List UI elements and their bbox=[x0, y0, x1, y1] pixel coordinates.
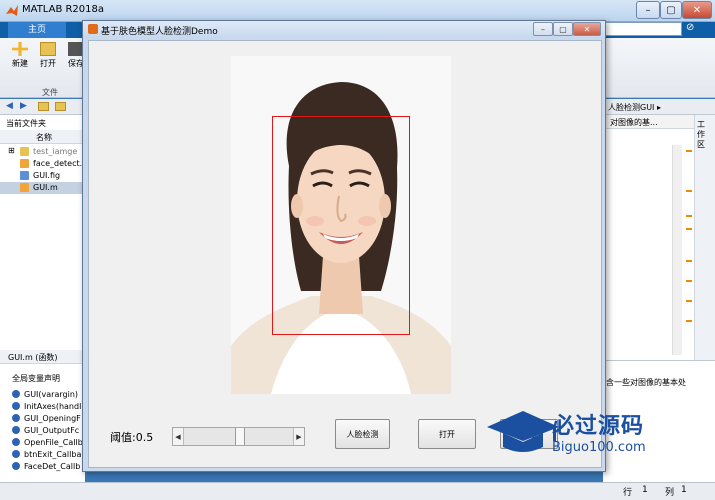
function-item[interactable]: InitAxes(handl bbox=[12, 402, 81, 411]
file-name: test_iamge bbox=[33, 147, 78, 156]
function-icon bbox=[12, 414, 20, 422]
code-marker[interactable] bbox=[686, 190, 692, 192]
editor-tab-label[interactable]: 对图像的基... bbox=[610, 117, 658, 128]
threshold-label: 阈值:0.5 bbox=[110, 431, 154, 444]
new-label: 新建 bbox=[12, 59, 28, 68]
maximize-button[interactable]: ▢ bbox=[660, 1, 682, 19]
code-marker[interactable] bbox=[686, 215, 692, 217]
function-item[interactable]: btnExit_Callba bbox=[12, 450, 81, 459]
details-title: GUI.m (函数) bbox=[8, 353, 58, 362]
function-icon bbox=[12, 402, 20, 410]
function-icon bbox=[12, 426, 20, 434]
face-detection-box bbox=[272, 116, 410, 335]
folder-icon bbox=[20, 147, 29, 156]
function-item[interactable]: GUI(varargin) bbox=[12, 390, 78, 399]
function-icon bbox=[12, 390, 20, 398]
editor-scrollbar[interactable] bbox=[672, 145, 682, 355]
command-window-text: 含一些对图像的基本处 bbox=[606, 378, 686, 387]
code-marker[interactable] bbox=[686, 320, 692, 322]
minimize-button[interactable]: – bbox=[636, 1, 660, 19]
face-detect-button[interactable]: 人脸检测 bbox=[335, 419, 390, 449]
forward-arrow-icon[interactable]: ▶ bbox=[20, 101, 27, 111]
function-icon bbox=[12, 462, 20, 470]
file-name: GUI.m bbox=[33, 183, 58, 192]
new-button[interactable]: 新建 bbox=[8, 42, 32, 69]
browse-folder-icon[interactable] bbox=[55, 102, 66, 111]
code-marker[interactable] bbox=[686, 228, 692, 230]
matlab-titlebar bbox=[0, 0, 715, 22]
workspace-strip[interactable] bbox=[694, 115, 715, 360]
ribbon-section-file: 文件 bbox=[42, 88, 58, 97]
matlab-window-controls: – ▢ ✕ bbox=[636, 1, 712, 19]
slider-right-arrow-icon[interactable]: ▶ bbox=[293, 428, 304, 445]
column-name-header[interactable]: 名称 bbox=[36, 132, 52, 143]
function-item[interactable]: OpenFile_Callb bbox=[12, 438, 83, 447]
file-name: GUI.fig bbox=[33, 171, 61, 180]
folder-up-icon[interactable] bbox=[38, 102, 49, 111]
back-arrow-icon[interactable]: ◀ bbox=[6, 101, 13, 111]
m-file-icon bbox=[20, 159, 29, 168]
figure-maximize-button[interactable]: ▢ bbox=[553, 22, 573, 36]
function-icon bbox=[12, 438, 20, 446]
function-item[interactable]: GUI_OpeningF bbox=[12, 414, 81, 423]
m-file-icon bbox=[20, 183, 29, 192]
status-col-label: 列 bbox=[665, 488, 675, 498]
slider-left-arrow-icon[interactable]: ◀ bbox=[173, 428, 184, 445]
figure-app-icon bbox=[88, 24, 98, 34]
matlab-window-title: MATLAB R2018a bbox=[22, 4, 105, 15]
figure-window-controls: – ▢ ✕ bbox=[533, 22, 601, 36]
file-row[interactable]: face_detect.m bbox=[0, 158, 90, 170]
folder-open-icon bbox=[40, 42, 56, 56]
new-icon bbox=[12, 42, 28, 56]
code-marker[interactable] bbox=[686, 150, 692, 152]
watermark-text: 必过源码 bbox=[552, 414, 645, 439]
editor-breadcrumb[interactable]: 人脸检测GUI ▸ bbox=[608, 102, 661, 113]
tab-home[interactable]: 主页 bbox=[8, 22, 66, 38]
watermark-subtext: Biguo100.com bbox=[552, 440, 646, 455]
figure-title: 基于肤色模型人脸检测Demo bbox=[101, 27, 218, 37]
current-folder-title: 当前文件夹 bbox=[6, 119, 46, 128]
figure-minimize-button[interactable]: – bbox=[533, 22, 553, 36]
code-marker[interactable] bbox=[686, 280, 692, 282]
status-row-label: 行 bbox=[623, 488, 633, 498]
search-documentation-input[interactable] bbox=[604, 22, 682, 36]
file-row[interactable]: ⊞ test_iamge bbox=[0, 146, 85, 158]
code-marker[interactable] bbox=[686, 300, 692, 302]
code-marker[interactable] bbox=[686, 260, 692, 262]
file-row[interactable]: GUI.fig bbox=[0, 170, 85, 182]
fig-file-icon bbox=[20, 171, 29, 180]
expand-icon[interactable]: ⊞ bbox=[8, 146, 15, 155]
function-icon bbox=[12, 450, 20, 458]
function-item[interactable]: FaceDet_Callb bbox=[12, 462, 80, 471]
open-image-button[interactable]: 打开 bbox=[418, 419, 476, 449]
status-bar bbox=[0, 482, 715, 500]
function-item[interactable]: GUI_OutputFc bbox=[12, 426, 79, 435]
address-bar[interactable]: ◀ ▶ bbox=[0, 99, 85, 115]
help-icon[interactable]: ⊘ bbox=[686, 22, 700, 36]
close-button[interactable]: ✕ bbox=[682, 1, 712, 19]
open-button[interactable]: 打开 bbox=[36, 42, 60, 69]
open-label: 打开 bbox=[40, 59, 56, 68]
slider-thumb[interactable] bbox=[235, 428, 245, 445]
file-row[interactable]: GUI.m bbox=[0, 182, 85, 194]
status-col-value: 1 bbox=[681, 485, 687, 495]
matlab-logo-icon bbox=[6, 5, 18, 16]
details-subtitle: 全局变量声明 bbox=[12, 374, 60, 383]
figure-close-button[interactable]: ✕ bbox=[573, 22, 601, 36]
status-row-value: 1 bbox=[642, 485, 648, 495]
workspace-label[interactable]: 工作区 bbox=[697, 120, 709, 150]
